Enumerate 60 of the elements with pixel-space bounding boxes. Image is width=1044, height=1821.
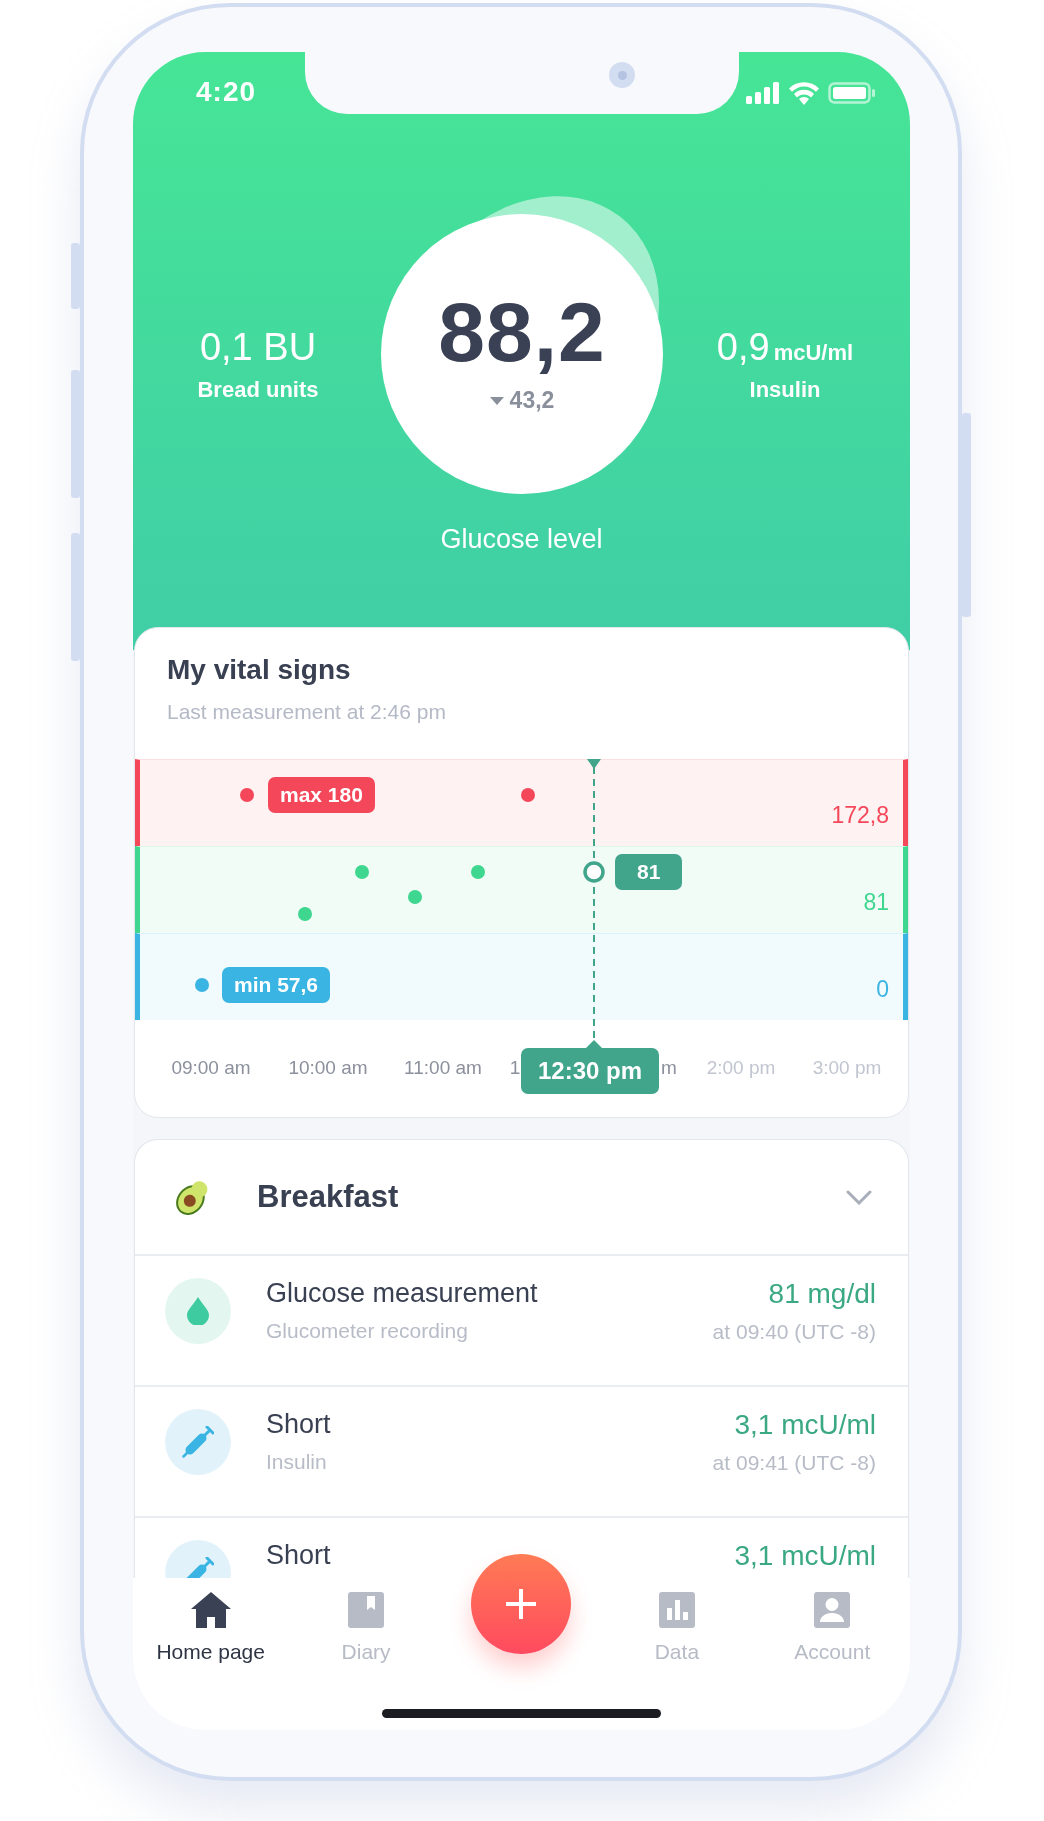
time-label: 3:00 pm bbox=[812, 1057, 882, 1079]
card-title: My vital signs bbox=[167, 654, 352, 686]
entry-title: Short bbox=[266, 1540, 332, 1571]
entry-subtitle: Glucometer recording bbox=[266, 1319, 469, 1343]
plus-icon bbox=[506, 1589, 537, 1619]
data-point bbox=[521, 788, 535, 802]
camera-icon bbox=[609, 62, 635, 88]
data-point bbox=[298, 907, 312, 921]
tab[interactable]: Diary bbox=[341, 1592, 391, 1664]
range-limit-tag: min 57,6 bbox=[222, 967, 331, 1003]
battery-icon bbox=[828, 82, 876, 104]
diary-icon bbox=[348, 1592, 385, 1628]
time-label: 1 bbox=[509, 1057, 521, 1079]
status-time: 4:20 bbox=[196, 75, 257, 108]
entry-title: Short bbox=[266, 1409, 332, 1440]
wifi-icon bbox=[788, 81, 820, 105]
time-tooltip: 12:30 pm bbox=[521, 1048, 659, 1094]
entry-subtitle: Insulin bbox=[266, 1450, 328, 1474]
data-point bbox=[240, 788, 254, 802]
value-tag: 81 bbox=[615, 854, 683, 890]
time-label: 09:00 am bbox=[171, 1057, 251, 1079]
time-label: 11:00 am bbox=[404, 1057, 482, 1079]
data-point bbox=[408, 890, 422, 904]
entry-value: 3,1 mcU/ml bbox=[734, 1540, 876, 1572]
syringe-icon bbox=[182, 1426, 214, 1458]
entry-title: Glucose measurement bbox=[266, 1278, 539, 1309]
bread-units-value: 0,1 BU bbox=[199, 325, 317, 369]
data-point bbox=[195, 978, 209, 992]
time-label: 10:00 am bbox=[288, 1057, 368, 1079]
data-point bbox=[471, 865, 485, 879]
glucose-change: 43,2 bbox=[509, 387, 555, 414]
account-icon bbox=[814, 1592, 851, 1628]
tab[interactable]: Data bbox=[654, 1592, 700, 1664]
data-point bbox=[355, 865, 369, 879]
tab[interactable]: Home page bbox=[156, 1592, 265, 1664]
chevron-down-icon[interactable] bbox=[846, 1189, 872, 1205]
entry-time: at 09:40 (UTC -8) bbox=[712, 1320, 876, 1344]
entry-value: 81 mg/dl bbox=[768, 1278, 876, 1310]
insulin-label: Insulin bbox=[749, 376, 821, 403]
insulin-unit: mcU/ml bbox=[773, 339, 854, 365]
time-label: m bbox=[661, 1057, 677, 1079]
meal-title: Breakfast bbox=[257, 1179, 400, 1215]
selected-point bbox=[583, 861, 605, 883]
drop-icon bbox=[187, 1297, 209, 1325]
signal-icon bbox=[746, 82, 780, 104]
tab[interactable]: Account bbox=[794, 1592, 871, 1664]
home-icon bbox=[190, 1592, 231, 1628]
glucose-label: Glucose level bbox=[440, 524, 603, 554]
range-value: 81 bbox=[863, 889, 889, 916]
time-label: 2:00 pm bbox=[706, 1057, 776, 1079]
range-value: 172,8 bbox=[831, 802, 889, 829]
bread-units-label: Bread units bbox=[197, 376, 319, 403]
range-limit-tag: max 180 bbox=[268, 777, 375, 813]
range-value: 0 bbox=[876, 976, 889, 1003]
entry-value: 3,1 mcU/ml bbox=[734, 1409, 876, 1441]
insulin-value: 0,9 bbox=[716, 325, 770, 368]
data-icon bbox=[658, 1592, 695, 1628]
card-subtitle: Last measurement at 2:46 pm bbox=[167, 700, 447, 724]
glucose-value: 88,2 bbox=[438, 284, 606, 381]
entry-time: at 09:41 (UTC -8) bbox=[712, 1451, 876, 1475]
